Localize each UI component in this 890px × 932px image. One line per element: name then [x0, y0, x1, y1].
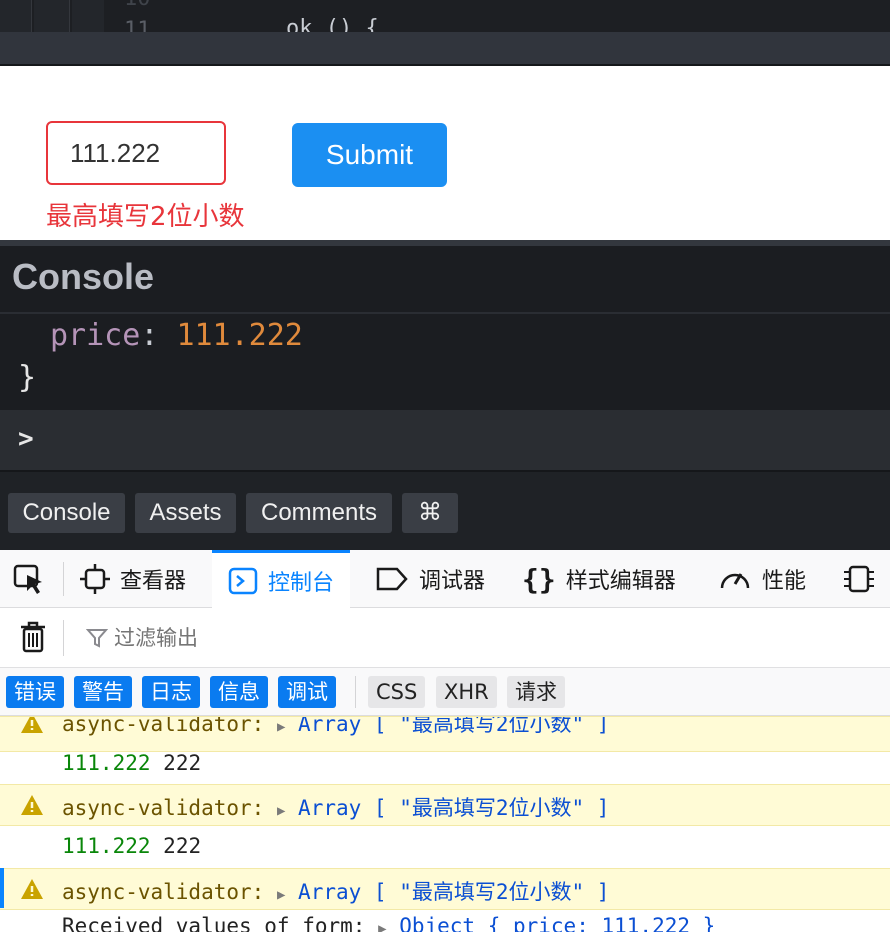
tab-label: 控制台	[268, 570, 335, 596]
tab-label: 性能	[762, 569, 807, 594]
panel-divider	[0, 240, 890, 246]
log-kind[interactable]: Array	[298, 717, 361, 736]
tab-performance[interactable]: 性能	[718, 550, 806, 608]
toolbar-divider	[63, 562, 64, 596]
log-prefix: async-validator:	[62, 716, 265, 736]
line-number: 10	[124, 0, 151, 11]
inspector-icon	[80, 564, 110, 594]
expand-arrow-icon[interactable]: ▶	[378, 921, 386, 932]
validation-error: 最高填写2位小数	[46, 202, 245, 232]
element-picker-button[interactable]	[12, 550, 56, 608]
level-debug-toggle[interactable]: 调试	[278, 676, 336, 708]
log-content: [ "最高填写2位小数" ]	[373, 716, 610, 736]
submit-button[interactable]: Submit	[292, 123, 447, 187]
gauge-icon	[718, 564, 752, 594]
code-editor-strip: 10 11 ok () {	[0, 0, 890, 32]
log-number: 111.222	[62, 834, 151, 858]
title-divider	[0, 312, 890, 314]
warning-icon	[20, 717, 44, 739]
log-text: async-validator: ▶ Array [ "最高填写2位小数" ]	[62, 792, 609, 822]
log-row-warning[interactable]: async-validator: ▶ Array [ "最高填写2位小数" ]	[0, 784, 890, 826]
expand-arrow-icon[interactable]: ▶	[277, 803, 285, 819]
level-errors-toggle[interactable]: 错误	[6, 676, 64, 708]
console-prompt-row[interactable]: >	[0, 410, 890, 472]
log-prefix: async-validator:	[62, 796, 265, 820]
code-fragment: ok () {	[286, 16, 379, 32]
filter-output-input[interactable]	[80, 620, 780, 656]
log-content: [ "最高填写2位小数" ]	[373, 880, 610, 904]
log-label: Received values of form:	[62, 914, 366, 932]
line-number: 11	[124, 18, 151, 32]
filter-requests-toggle[interactable]: 请求	[507, 676, 565, 708]
log-row-warning[interactable]: async-validator: ▶ Array [ "最高填写2位小数" ]	[0, 868, 890, 910]
object-key: price	[50, 318, 141, 353]
dark-console-panel: Console price: 111.222 } > Console Asset…	[0, 240, 890, 550]
memory-chip-icon	[842, 564, 878, 594]
log-kind[interactable]: Object	[399, 914, 475, 932]
dark-tab-bar: Console Assets Comments ⌘	[0, 472, 890, 550]
log-row-message: Received values of form: ▶ Object { pric…	[0, 910, 890, 932]
log-number: 111.222	[62, 751, 151, 775]
editor-gutter	[34, 0, 70, 32]
filter-css-toggle[interactable]: CSS	[368, 676, 426, 708]
log-row-message: 111.222 222	[0, 751, 890, 784]
tab-style-editor[interactable]: {} 样式编辑器	[522, 550, 676, 608]
debugger-icon	[375, 565, 409, 593]
devtools-toolbar: 查看器 控制台 调试器 {} 样式编辑器 性能	[0, 550, 890, 608]
toolbar-divider	[63, 620, 64, 656]
log-rest: 222	[163, 751, 202, 775]
tab-console-active[interactable]: 控制台	[212, 550, 351, 608]
object-close-brace: }	[18, 360, 37, 395]
form-preview: Submit 最高填写2位小数	[0, 66, 890, 240]
log-prefix: async-validator:	[62, 880, 265, 904]
trash-icon[interactable]	[18, 620, 48, 659]
log-kind[interactable]: Array	[298, 796, 361, 820]
log-level-filters: 错误 警告 日志 信息 调试 CSS XHR 请求	[0, 668, 890, 716]
editor-gutter	[72, 0, 104, 32]
tab-debugger[interactable]: 调试器	[375, 550, 485, 608]
editor-gutter	[0, 0, 32, 32]
editor-status-bar	[0, 32, 890, 66]
level-logs-toggle[interactable]: 日志	[142, 676, 200, 708]
log-text: async-validator: ▶ Array [ "最高填写2位小数" ]	[62, 876, 609, 906]
console-title: Console	[12, 256, 155, 297]
toolbar-divider	[355, 676, 356, 708]
log-text: Received values of form: ▶ Object { pric…	[62, 914, 715, 932]
level-info-toggle[interactable]: 信息	[210, 676, 268, 708]
price-input[interactable]	[46, 121, 226, 185]
filter-xhr-toggle[interactable]: XHR	[436, 676, 497, 708]
log-text: 111.222 222	[62, 834, 201, 858]
tab-inspector[interactable]: 查看器	[80, 550, 186, 608]
tab-assets[interactable]: Assets	[135, 493, 236, 533]
tab-comments[interactable]: Comments	[246, 493, 392, 533]
log-row-warning[interactable]: async-validator: ▶ Array [ "最高填写2位小数" ]	[0, 716, 890, 752]
console-icon	[228, 566, 258, 596]
warning-icon	[20, 794, 44, 821]
level-warnings-toggle[interactable]: 警告	[74, 676, 132, 708]
filter-row	[0, 608, 890, 668]
log-text: async-validator: ▶ Array [ "最高填写2位小数" ]	[62, 716, 610, 738]
braces-icon: {}	[522, 562, 556, 596]
warning-icon	[20, 878, 44, 905]
expand-arrow-icon[interactable]: ▶	[277, 719, 285, 735]
log-content: [ "最高填写2位小数" ]	[373, 796, 610, 820]
log-content: { price: 111.222 }	[487, 914, 716, 932]
log-rest: 222	[163, 834, 202, 858]
log-row-message: 111.222 222	[0, 826, 890, 868]
expand-arrow-icon[interactable]: ▶	[277, 887, 285, 903]
tab-memory[interactable]	[842, 550, 888, 608]
tab-console[interactable]: Console	[8, 493, 125, 533]
tab-label: 调试器	[419, 569, 486, 594]
tab-label: 查看器	[120, 569, 187, 594]
object-colon: :	[140, 318, 159, 353]
tab-label: 样式编辑器	[565, 569, 676, 594]
log-kind[interactable]: Array	[298, 880, 361, 904]
prompt-caret: >	[18, 424, 34, 454]
selected-row-marker	[0, 868, 4, 908]
object-property: price: 111.222	[50, 318, 303, 353]
log-text: 111.222 222	[62, 751, 201, 775]
tab-shortcuts[interactable]: ⌘	[402, 493, 458, 533]
object-value: 111.222	[176, 318, 303, 353]
pick-element-icon	[12, 562, 46, 596]
